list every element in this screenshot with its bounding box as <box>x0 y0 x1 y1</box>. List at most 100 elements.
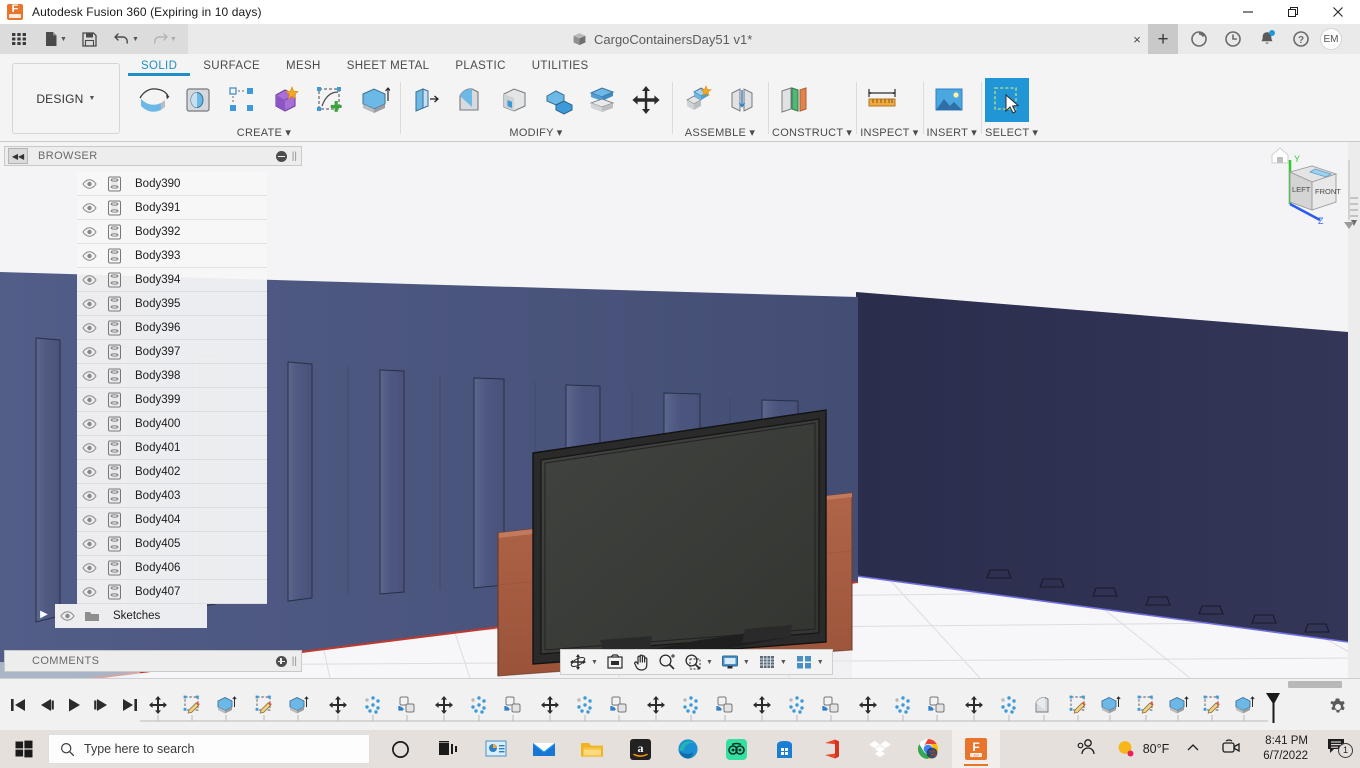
move-copy-tool[interactable] <box>624 78 668 122</box>
ribbon-panel-assemble-label[interactable]: ASSEMBLE ▾ <box>676 126 764 140</box>
maximize-button[interactable] <box>1270 0 1315 24</box>
chevron-down-icon[interactable]: ▼ <box>706 659 713 666</box>
tree-item-body397[interactable]: Body397 <box>77 340 267 364</box>
powerpoint-icon[interactable] <box>472 730 520 768</box>
visibility-eye-icon[interactable] <box>77 226 101 237</box>
chevron-down-icon[interactable]: ▼ <box>132 36 139 43</box>
visibility-eye-icon[interactable] <box>77 490 101 501</box>
job-status-icon[interactable] <box>1182 24 1216 54</box>
tree-item-body393[interactable]: Body393 <box>77 244 267 268</box>
undo-button[interactable]: ▼ <box>102 24 144 54</box>
visibility-eye-icon[interactable] <box>77 466 101 477</box>
zoom-window-icon[interactable]: ▼ <box>680 650 717 674</box>
ribbon-tab-surface[interactable]: SURFACE <box>190 54 273 76</box>
new-tab-button[interactable]: + <box>1148 24 1178 54</box>
ribbon-tab-plastic[interactable]: PLASTIC <box>442 54 518 76</box>
tree-item-body395[interactable]: Body395 <box>77 292 267 316</box>
help-icon[interactable]: ? <box>1284 24 1318 54</box>
go-to-beginning-button[interactable] <box>6 693 30 717</box>
viewports-icon[interactable]: ▼ <box>791 650 828 674</box>
visibility-eye-icon[interactable] <box>77 370 101 381</box>
tree-item-body403[interactable]: Body403 <box>77 484 267 508</box>
create-sketch-tool[interactable] <box>308 78 352 122</box>
revolve-tool[interactable] <box>132 78 176 122</box>
measure-tool[interactable] <box>860 78 904 122</box>
tree-item-body404[interactable]: Body404 <box>77 508 267 532</box>
tree-item-body406[interactable]: Body406 <box>77 556 267 580</box>
tree-item-body400[interactable]: Body400 <box>77 412 267 436</box>
tree-item-sketches[interactable]: Sketches <box>55 604 207 628</box>
display-settings-icon[interactable]: ▼ <box>717 650 754 674</box>
draft-tool[interactable] <box>536 78 580 122</box>
insert-image-tool[interactable] <box>927 78 971 122</box>
chevron-down-icon[interactable]: ▼ <box>780 659 787 666</box>
offset-plane-tool[interactable] <box>772 78 816 122</box>
tree-item-body392[interactable]: Body392 <box>77 220 267 244</box>
dropbox-icon[interactable] <box>856 730 904 768</box>
people-icon[interactable] <box>1064 738 1108 761</box>
comments-grip-icon[interactable]: || <box>292 656 297 667</box>
chevron-down-icon[interactable]: ▼ <box>817 659 824 666</box>
play-button[interactable] <box>62 693 86 717</box>
ribbon-panel-modify-label[interactable]: MODIFY ▾ <box>404 126 668 140</box>
home-icon[interactable] <box>1271 147 1289 164</box>
visibility-eye-icon[interactable] <box>77 178 101 189</box>
avatar[interactable]: EM <box>1320 28 1342 50</box>
look-at-icon[interactable] <box>602 650 628 674</box>
tree-item-body394[interactable]: Body394 <box>77 268 267 292</box>
search-input[interactable]: Type here to search <box>48 734 370 764</box>
zoom-icon[interactable] <box>654 650 680 674</box>
recent-clock-icon[interactable] <box>1216 24 1250 54</box>
visibility-eye-icon[interactable] <box>77 538 101 549</box>
orbit-icon[interactable]: ▼ <box>565 650 602 674</box>
offset-face-tool[interactable] <box>580 78 624 122</box>
tree-item-body401[interactable]: Body401 <box>77 436 267 460</box>
tree-item-body396[interactable]: Body396 <box>77 316 267 340</box>
ribbon-tab-mesh[interactable]: MESH <box>273 54 334 76</box>
visibility-eye-icon[interactable] <box>77 418 101 429</box>
tree-item-body402[interactable]: Body402 <box>77 460 267 484</box>
task-view-icon[interactable] <box>424 730 472 768</box>
action-center-button[interactable]: 1 <box>1318 737 1356 762</box>
ribbon-panel-create-label[interactable]: CREATE ▾ <box>132 126 396 140</box>
step-back-button[interactable] <box>34 693 58 717</box>
browser-collapse-button[interactable]: ◀◀ <box>8 148 28 164</box>
browser-grip-icon[interactable]: || <box>292 151 297 162</box>
weather-widget[interactable]: 80°F <box>1108 739 1178 759</box>
chevron-down-icon[interactable]: ▼ <box>591 659 598 666</box>
chevron-down-icon[interactable]: ▼ <box>60 36 67 43</box>
timeline-scrollbar[interactable] <box>1288 681 1342 688</box>
grid-snaps-icon[interactable]: ▼ <box>754 650 791 674</box>
press-pull-tool[interactable] <box>404 78 448 122</box>
visibility-eye-icon[interactable] <box>77 250 101 261</box>
save-button[interactable] <box>72 24 102 54</box>
visibility-eye-icon[interactable] <box>77 298 101 309</box>
add-comment-icon[interactable] <box>275 655 287 667</box>
ribbon-tab-sheet-metal[interactable]: SHEET METAL <box>334 54 443 76</box>
ribbon-panel-inspect-label[interactable]: INSPECT ▾ <box>860 126 918 140</box>
tripadvisor-icon[interactable] <box>712 730 760 768</box>
visibility-eye-icon[interactable] <box>77 394 101 405</box>
viewcube[interactable]: Y Z LEFT FRONT <box>1258 142 1360 242</box>
timeline-settings-gear-icon[interactable] <box>1328 697 1348 717</box>
joint-tool[interactable] <box>720 78 764 122</box>
tree-item-body407[interactable]: Body407 <box>77 580 267 604</box>
file-explorer-icon[interactable] <box>568 730 616 768</box>
fusion360-icon[interactable]: F 360 <box>952 730 1000 768</box>
ribbon-panel-insert-label[interactable]: INSERT ▾ <box>927 126 978 140</box>
select-tool[interactable] <box>985 78 1030 122</box>
combine-tool[interactable] <box>264 78 308 122</box>
visibility-eye-icon[interactable] <box>77 322 101 333</box>
ribbon-panel-construct-label[interactable]: CONSTRUCT ▾ <box>772 126 852 140</box>
ribbon-panel-select-label[interactable]: SELECT ▾ <box>985 126 1038 140</box>
mail-icon[interactable] <box>520 730 568 768</box>
chevron-down-icon[interactable]: ▼ <box>743 659 750 666</box>
visibility-eye-icon[interactable] <box>77 586 101 597</box>
visibility-eye-icon[interactable] <box>77 562 101 573</box>
tree-item-body398[interactable]: Body398 <box>77 364 267 388</box>
visibility-eye-icon[interactable] <box>77 514 101 525</box>
tree-item-body399[interactable]: Body399 <box>77 388 267 412</box>
timeline-track[interactable] <box>138 691 1300 727</box>
redo-button[interactable]: ▼ <box>144 24 182 54</box>
visibility-eye-icon[interactable] <box>55 611 79 621</box>
